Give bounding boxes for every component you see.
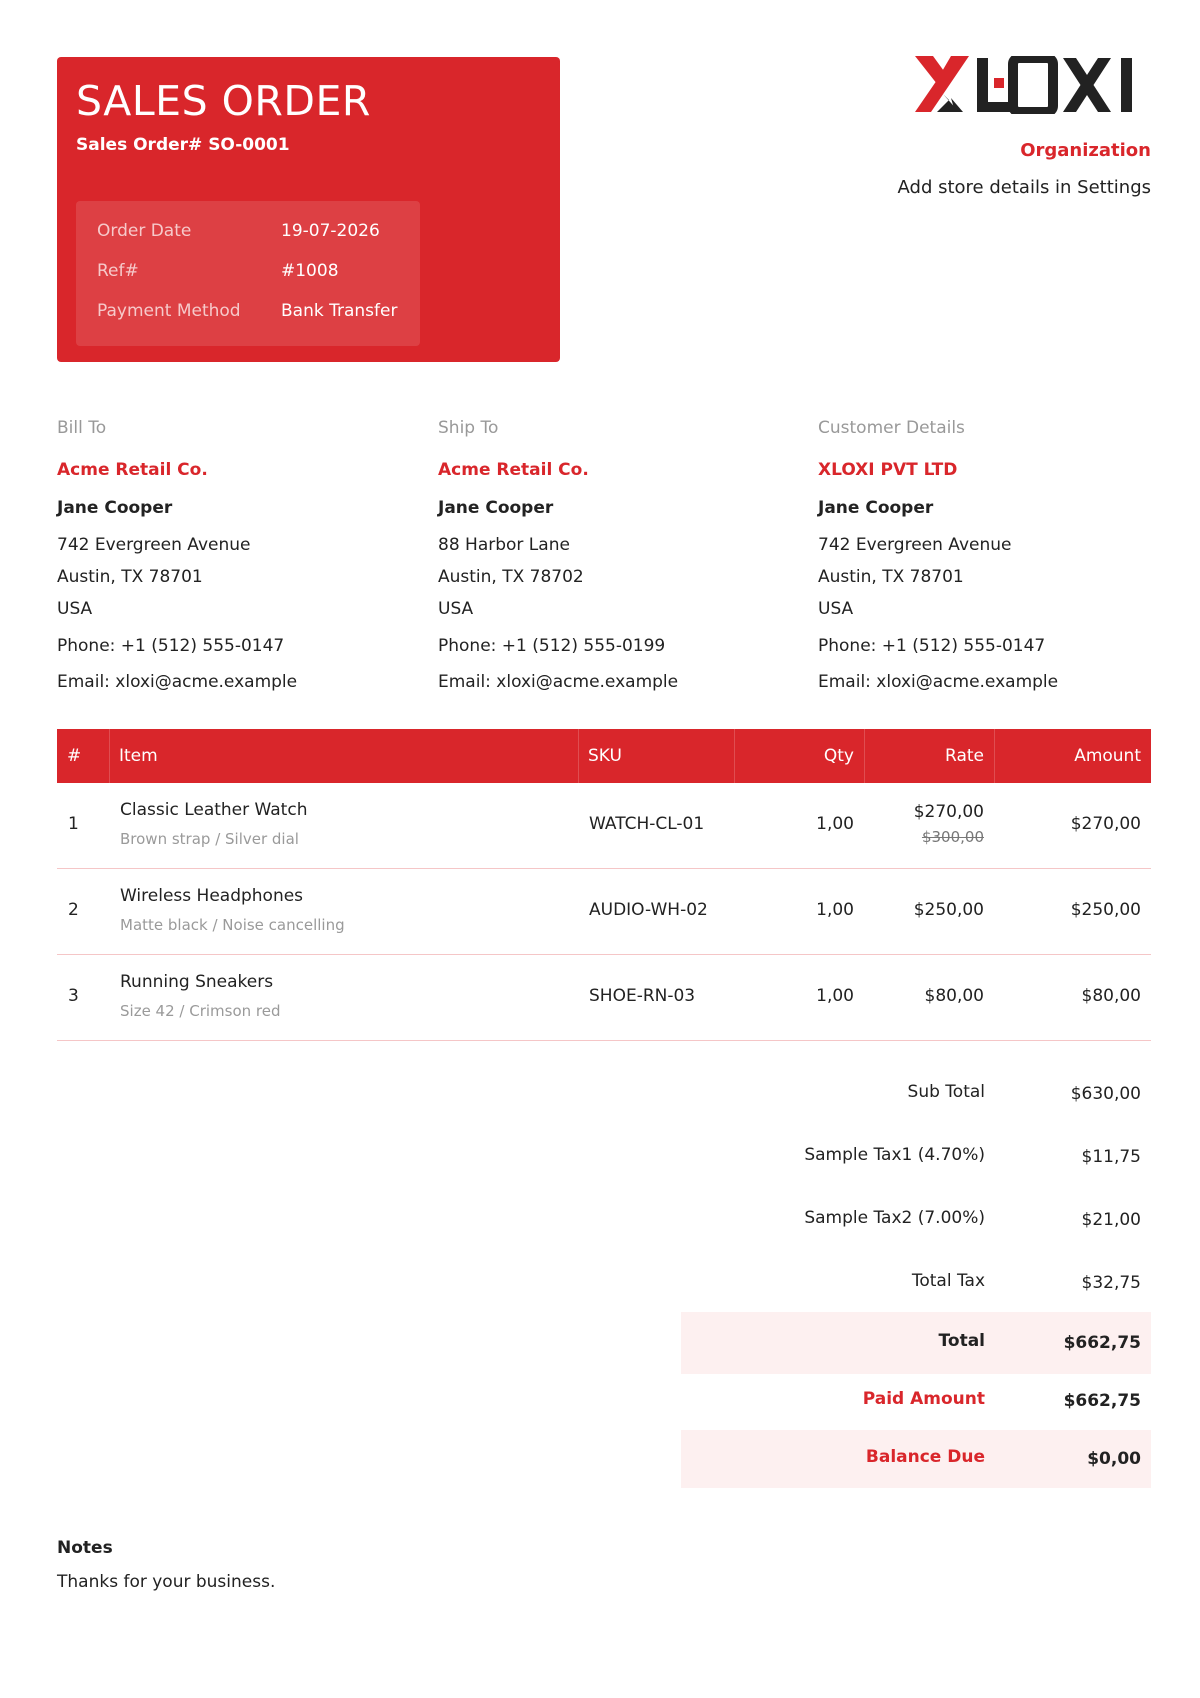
row-qty: 1,00 xyxy=(816,900,854,920)
bill-to-address2: Austin, TX 78701 xyxy=(57,567,203,587)
total-tax-value: $32,75 xyxy=(1081,1273,1141,1293)
meta-value: Bank Transfer xyxy=(281,301,398,321)
xloxi-logo xyxy=(915,56,1132,114)
notes-title: Notes xyxy=(57,1538,113,1558)
row-item-description: Matte black / Noise cancelling xyxy=(120,916,345,934)
table-row: 1 Classic Leather Watch Brown strap / Si… xyxy=(57,783,1151,869)
balance-due-row: Balance Due $0,00 xyxy=(681,1430,1151,1488)
customer-country: USA xyxy=(818,599,854,619)
order-header-panel: SALES ORDER Sales Order# SO-0001 Order D… xyxy=(57,57,560,362)
subtotal-row: Sub Total $630,00 xyxy=(681,1076,1151,1138)
bill-to-heading: Bill To xyxy=(57,418,107,438)
total-row: Total $662,75 xyxy=(681,1312,1151,1374)
total-value: $662,75 xyxy=(1063,1333,1141,1353)
table-row: 2 Wireless Headphones Matte black / Nois… xyxy=(57,869,1151,955)
total-label: Total xyxy=(938,1331,985,1351)
order-meta-box: Order Date 19-07-2026 Ref# #1008 Payment… xyxy=(76,201,420,346)
row-item-name: Running Sneakers xyxy=(120,972,274,992)
customer-contact: Jane Cooper xyxy=(818,498,934,518)
ship-to-email: Email: xloxi@acme.example xyxy=(438,672,679,692)
row-sku: WATCH-CL-01 xyxy=(589,814,705,834)
ship-to-heading: Ship To xyxy=(438,418,499,438)
row-rate: $80,00 xyxy=(924,986,984,1006)
customer-address1: 742 Evergreen Avenue xyxy=(818,535,1012,555)
organization-name: Organization xyxy=(1020,140,1151,161)
row-item-description: Brown strap / Silver dial xyxy=(120,830,299,848)
row-qty: 1,00 xyxy=(816,814,854,834)
row-number: 3 xyxy=(68,986,79,1006)
row-amount: $80,00 xyxy=(1081,986,1141,1006)
ship-to-address1: 88 Harbor Lane xyxy=(438,535,570,555)
bill-to-contact: Jane Cooper xyxy=(57,498,173,518)
document-title: SALES ORDER xyxy=(76,77,371,125)
tax2-row: Sample Tax2 (7.00%) $21,00 xyxy=(681,1202,1151,1264)
header-number: # xyxy=(67,746,82,766)
meta-label: Order Date xyxy=(97,221,192,241)
row-number: 1 xyxy=(68,814,79,834)
row-item-name: Classic Leather Watch xyxy=(120,800,308,820)
sales-order-page: SALES ORDER Sales Order# SO-0001 Order D… xyxy=(0,0,1200,1698)
header-rate: Rate xyxy=(945,746,984,766)
bill-to-phone: Phone: +1 (512) 555-0147 xyxy=(57,636,285,656)
header-sku: SKU xyxy=(588,746,622,766)
ship-to-country: USA xyxy=(438,599,474,619)
subtotal-label: Sub Total xyxy=(907,1082,985,1102)
row-item-name: Wireless Headphones xyxy=(120,886,304,906)
row-item-description: Size 42 / Crimson red xyxy=(120,1002,281,1020)
customer-address2: Austin, TX 78701 xyxy=(818,567,964,587)
customer-email: Email: xloxi@acme.example xyxy=(818,672,1059,692)
header-item: Item xyxy=(119,746,158,766)
paid-amount-value: $662,75 xyxy=(1063,1391,1141,1411)
ship-to-contact: Jane Cooper xyxy=(438,498,554,518)
organization-subtitle: Add store details in Settings xyxy=(897,177,1151,198)
customer-phone: Phone: +1 (512) 555-0147 xyxy=(818,636,1046,656)
ship-to-address2: Austin, TX 78702 xyxy=(438,567,584,587)
customer-heading: Customer Details xyxy=(818,418,965,438)
row-sku: SHOE-RN-03 xyxy=(589,986,696,1006)
row-amount: $250,00 xyxy=(1070,900,1141,920)
paid-amount-label: Paid Amount xyxy=(862,1389,985,1409)
bill-to-company: Acme Retail Co. xyxy=(57,460,208,480)
ship-to-company: Acme Retail Co. xyxy=(438,460,589,480)
ship-to-phone: Phone: +1 (512) 555-0199 xyxy=(438,636,666,656)
subtotal-value: $630,00 xyxy=(1070,1084,1141,1104)
order-number: Sales Order# SO-0001 xyxy=(76,135,290,155)
meta-label: Payment Method xyxy=(97,301,241,321)
notes-text: Thanks for your business. xyxy=(57,1572,276,1592)
table-header-row: # Item SKU Qty Rate Amount xyxy=(57,729,1151,783)
table-row: 3 Running Sneakers Size 42 / Crimson red… xyxy=(57,955,1151,1041)
row-rate: $250,00 xyxy=(913,900,984,920)
bill-to-email: Email: xloxi@acme.example xyxy=(57,672,298,692)
row-original-rate: $300,00 xyxy=(921,828,984,846)
tax2-label: Sample Tax2 (7.00%) xyxy=(804,1208,985,1228)
customer-company: XLOXI PVT LTD xyxy=(818,460,958,480)
meta-value: 19-07-2026 xyxy=(281,221,380,241)
balance-due-value: $0,00 xyxy=(1087,1449,1141,1469)
row-amount: $270,00 xyxy=(1070,814,1141,834)
bill-to-address1: 742 Evergreen Avenue xyxy=(57,535,251,555)
row-rate: $270,00 xyxy=(913,802,984,822)
tax2-value: $21,00 xyxy=(1081,1210,1141,1230)
meta-label: Ref# xyxy=(97,261,139,281)
tax1-value: $11,75 xyxy=(1081,1147,1141,1167)
total-tax-label: Total Tax xyxy=(911,1271,985,1291)
row-qty: 1,00 xyxy=(816,986,854,1006)
header-amount: Amount xyxy=(1074,746,1141,766)
tax1-row: Sample Tax1 (4.70%) $11,75 xyxy=(681,1139,1151,1201)
header-qty: Qty xyxy=(823,746,854,766)
row-sku: AUDIO-WH-02 xyxy=(589,900,708,920)
tax1-label: Sample Tax1 (4.70%) xyxy=(804,1145,985,1165)
bill-to-country: USA xyxy=(57,599,93,619)
paid-amount-row: Paid Amount $662,75 xyxy=(681,1374,1151,1430)
row-number: 2 xyxy=(68,900,79,920)
meta-value: #1008 xyxy=(281,261,339,281)
balance-due-label: Balance Due xyxy=(865,1447,985,1467)
